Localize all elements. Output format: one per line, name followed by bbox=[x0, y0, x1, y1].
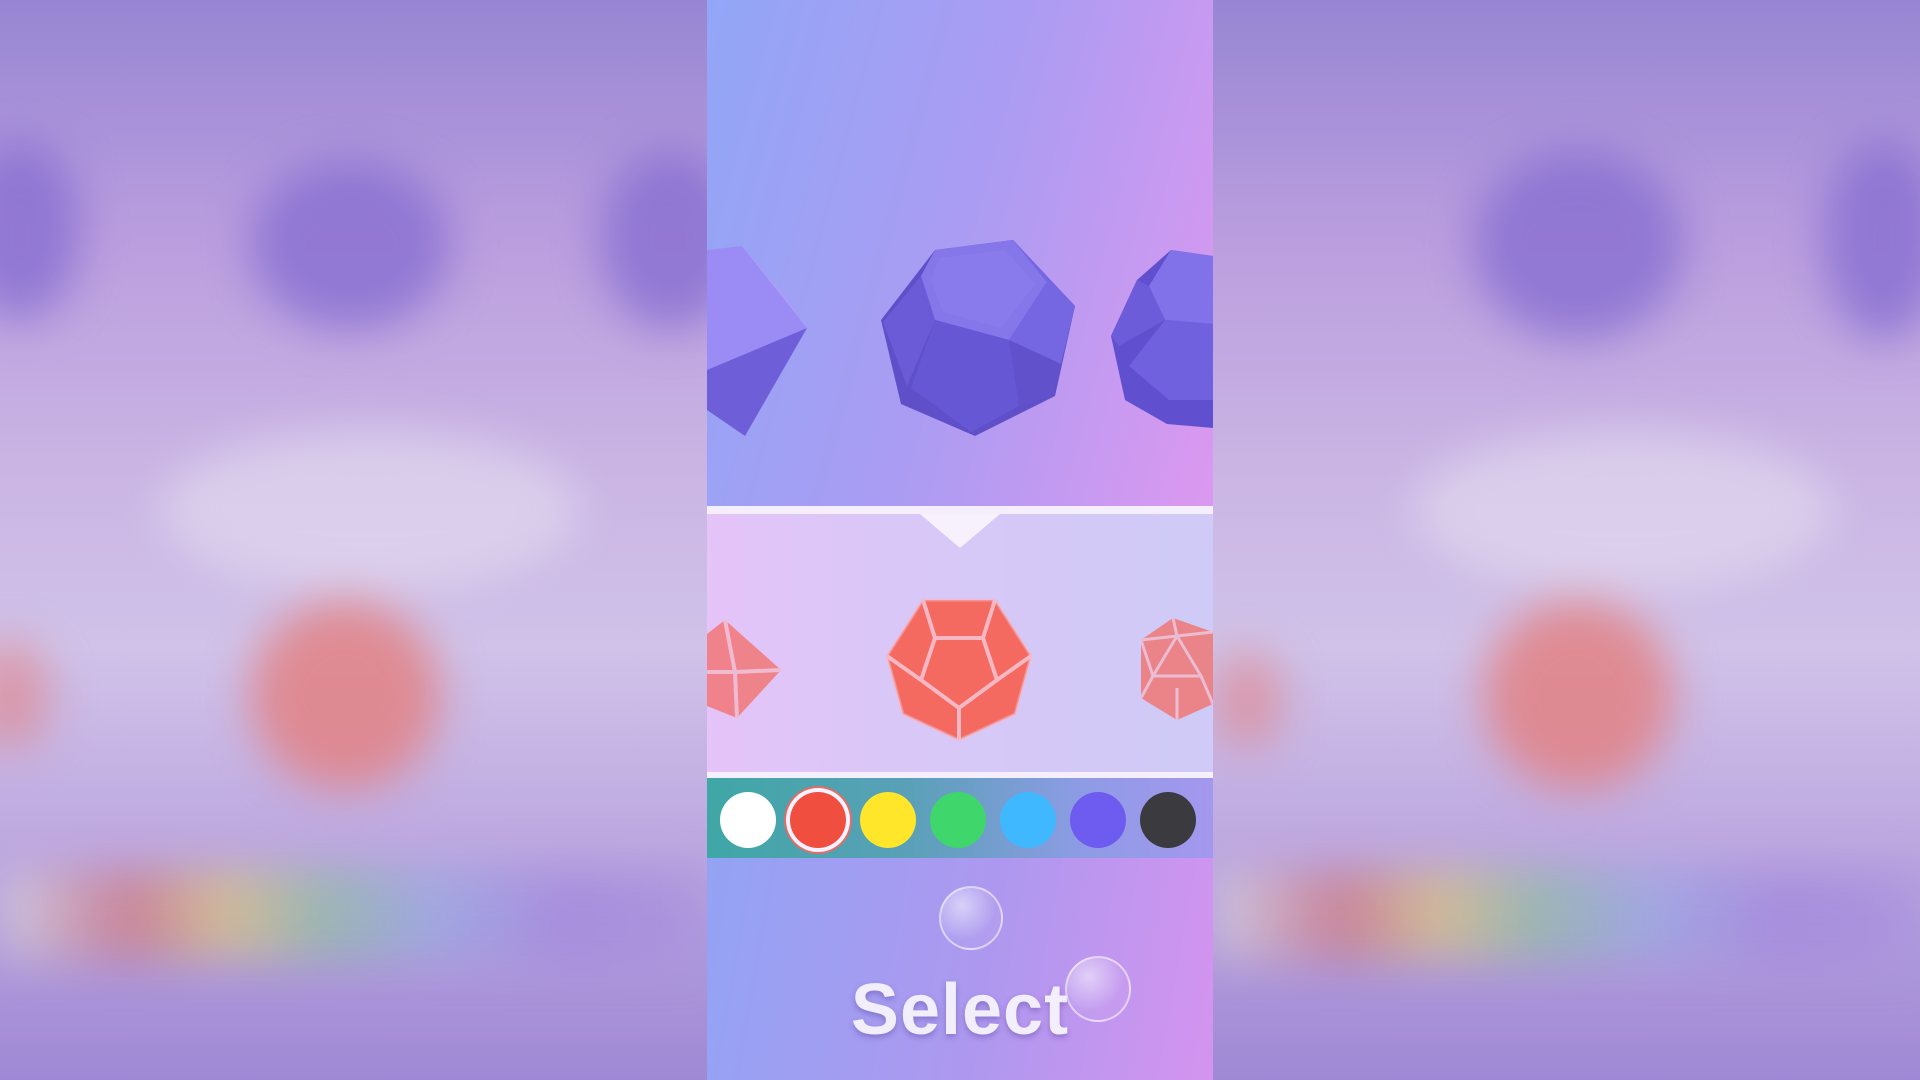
style-carousel-area bbox=[707, 514, 1213, 772]
select-button[interactable]: Select bbox=[707, 962, 1213, 1058]
swatch-white[interactable] bbox=[720, 792, 776, 848]
color-palette bbox=[707, 778, 1213, 858]
bubble-decoration bbox=[939, 886, 1003, 950]
swatch-yellow[interactable] bbox=[860, 792, 916, 848]
divider-top bbox=[707, 506, 1213, 514]
swatch-light-blue[interactable] bbox=[1000, 792, 1056, 848]
swatch-purple[interactable] bbox=[1070, 792, 1126, 848]
game-view: Select bbox=[707, 0, 1213, 1080]
selection-pointer-icon bbox=[920, 514, 1000, 548]
background-panel-left bbox=[0, 0, 707, 1080]
style-octahedron[interactable] bbox=[707, 620, 783, 720]
swatch-green[interactable] bbox=[930, 792, 986, 848]
swatch-dark-gray[interactable] bbox=[1140, 792, 1196, 848]
style-dodecahedron[interactable] bbox=[885, 594, 1033, 742]
shape-octahedron[interactable] bbox=[707, 240, 807, 440]
style-icosahedron[interactable] bbox=[1141, 618, 1213, 720]
shape-carousel-area bbox=[707, 0, 1213, 506]
shape-icosahedron[interactable] bbox=[1107, 250, 1213, 430]
shape-dodecahedron[interactable] bbox=[879, 236, 1083, 440]
swatch-red[interactable] bbox=[790, 792, 846, 848]
background-panel-right bbox=[1213, 0, 1920, 1080]
